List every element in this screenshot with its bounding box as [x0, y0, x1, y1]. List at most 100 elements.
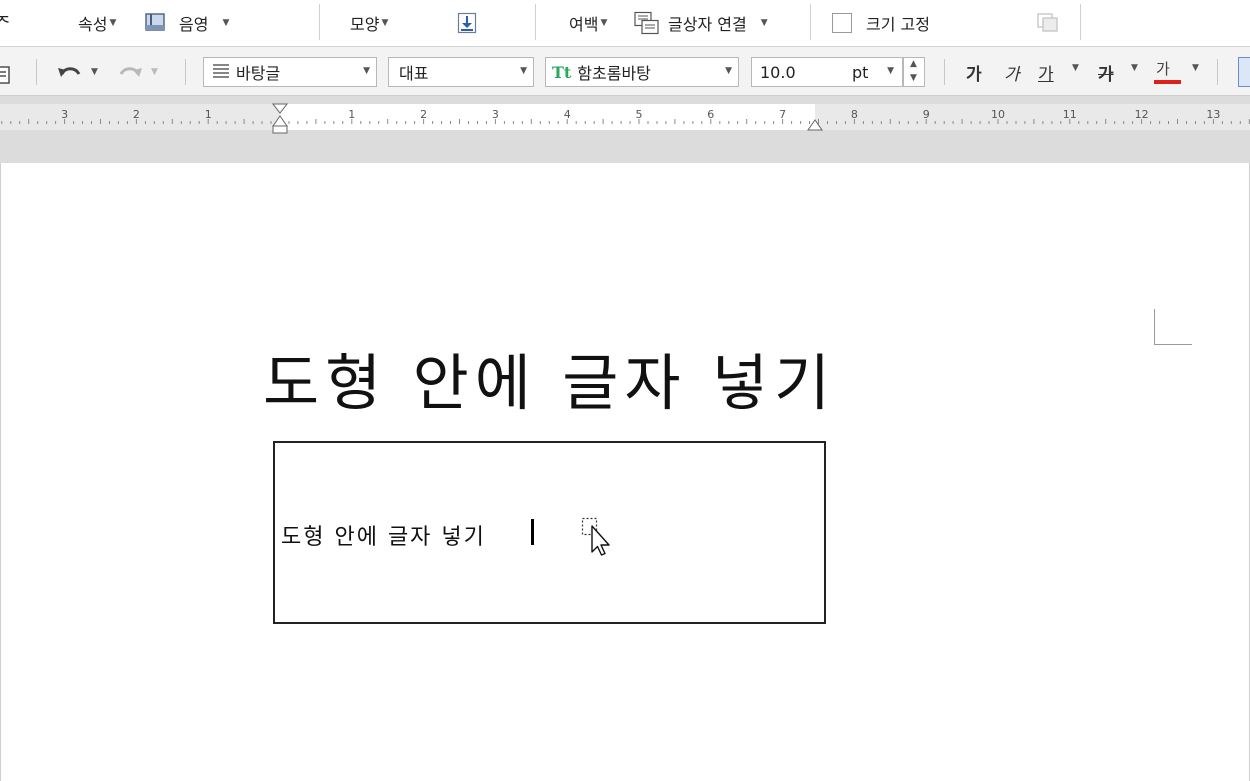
chevron-down-icon[interactable]: ▼: [1192, 63, 1199, 73]
undo-button[interactable]: ▼: [57, 57, 98, 87]
chevron-down-icon: ▼: [381, 18, 389, 28]
text-caret: [531, 519, 534, 545]
chevron-down-icon[interactable]: ▼: [1072, 63, 1079, 73]
shadow-button[interactable]: 음영 ▼: [145, 0, 229, 46]
italic-button[interactable]: 가: [1004, 60, 1020, 85]
rectangle-shape[interactable]: 도형 안에 글자 넣기: [273, 441, 826, 624]
paragraph-button[interactable]: [0, 60, 12, 90]
undo-icon: [58, 67, 81, 77]
spin-down-icon: ▼: [910, 73, 917, 83]
bold-button[interactable]: 가: [966, 60, 982, 85]
margin-label: 여백: [569, 15, 599, 34]
chevron-down-icon: ▼: [91, 67, 98, 77]
ruler-number: 1: [205, 108, 212, 121]
textbox-link-button[interactable]: 글상자 연결 ▼: [633, 0, 768, 46]
ruler: 3 2 1 1 2 3 4 5 6 7 8 9 10 11 12 13: [0, 96, 1250, 163]
ruler-number: 13: [1206, 108, 1220, 121]
checkbox-box: [832, 13, 852, 33]
group-icon: [1037, 13, 1058, 32]
underline-button[interactable]: 가: [1038, 60, 1054, 85]
font-size-value: 10.0: [760, 62, 796, 82]
font-color-swatch: [1154, 80, 1181, 84]
ruler-number: 10: [991, 108, 1005, 121]
shape-text[interactable]: 도형 안에 글자 넣기: [281, 519, 486, 551]
font-value: 함초롬바탕: [577, 64, 651, 83]
unit-value: pt: [852, 63, 869, 82]
vertical-align-button[interactable]: [457, 0, 477, 46]
page-corner-marker: [1154, 309, 1192, 345]
ribbon-divider: [1080, 4, 1081, 40]
strikethrough-button[interactable]: 가: [1098, 60, 1114, 85]
ruler-number: 6: [707, 108, 714, 121]
font-color-label: 가: [1156, 60, 1170, 78]
ruler-number: 3: [61, 108, 68, 121]
document-title[interactable]: 도형 안에 글자 넣기: [263, 333, 836, 422]
chevron-down-icon: ▼: [600, 18, 608, 28]
ribbon-divider: [535, 4, 536, 40]
ruler-number: 2: [420, 108, 427, 121]
shape-button[interactable]: 모양 ▼: [350, 0, 388, 46]
ribbon-divider: [810, 4, 811, 40]
ribbon-divider: [319, 4, 320, 40]
chevron-down-icon: ▼: [760, 18, 768, 28]
chevron-down-icon: ▼: [109, 18, 117, 28]
style-lines-icon: [213, 64, 229, 78]
properties-button[interactable]: 속성 ▼: [78, 0, 116, 46]
margin-button[interactable]: 여백 ▼: [569, 0, 607, 46]
shadow-icon: [145, 13, 165, 31]
chevron-down-icon: ▼: [222, 18, 230, 28]
align-bottom-icon: [457, 12, 477, 34]
move-cursor-icon: [581, 517, 610, 556]
textbox-link-icon: [634, 11, 659, 35]
ruler-number: 8: [851, 108, 858, 121]
paragraph-icon: [0, 66, 10, 84]
toolbar-divider: [185, 59, 186, 85]
first-line-indent-marker: [271, 103, 289, 114]
ruler-number: 7: [779, 108, 786, 121]
chevron-down-icon: ▼: [363, 66, 370, 76]
redo-icon: [119, 67, 142, 77]
ruler-number: 5: [636, 108, 643, 121]
group-objects-button[interactable]: [1036, 0, 1060, 46]
ruler-number: 12: [1135, 108, 1149, 121]
truetype-font-icon: Tt: [552, 62, 572, 82]
properties-label: 속성: [78, 15, 108, 34]
ruler-number: 4: [564, 108, 571, 121]
cut-off-ribbon-item: ᄌ: [0, 14, 11, 35]
font-select[interactable]: Tt 함초롬바탕 ▼: [545, 57, 739, 87]
paragraph-style-select[interactable]: 바탕글 ▼: [203, 57, 377, 87]
document-page[interactable]: 도형 안에 글자 넣기 도형 안에 글자 넣기: [0, 163, 1250, 781]
chevron-down-icon[interactable]: ▼: [1131, 63, 1138, 73]
textbox-link-label: 글상자 연결: [668, 15, 747, 34]
toolbar-divider: [944, 59, 945, 85]
left-margin-marker: [272, 125, 288, 134]
language-select[interactable]: 대표 ▼: [388, 57, 534, 87]
language-value: 대표: [399, 64, 429, 83]
shadow-label: 음영: [179, 15, 209, 34]
shape-label: 모양: [350, 15, 380, 34]
align-button[interactable]: [1238, 57, 1250, 87]
fix-size-checkbox[interactable]: 크기 고정: [832, 0, 930, 46]
font-size-input[interactable]: 10.0 pt ▼: [751, 57, 903, 87]
ruler-number: 2: [133, 108, 140, 121]
redo-button[interactable]: ▼: [117, 57, 158, 87]
toolbar-divider: [1217, 59, 1218, 85]
ruler-number: 9: [923, 108, 930, 121]
ruler-number: 11: [1063, 108, 1077, 121]
chevron-down-icon: ▼: [520, 66, 527, 76]
ruler-number: 3: [492, 108, 499, 121]
ruler-scale: 3 2 1 1 2 3 4 5 6 7 8 9 10 11 12 13: [1, 103, 1250, 134]
font-color-button[interactable]: 가: [1154, 58, 1182, 86]
chevron-down-icon: ▼: [725, 66, 732, 76]
font-size-spinner[interactable]: ▲ ▼: [903, 57, 925, 87]
chevron-down-icon: ▼: [151, 67, 158, 77]
ribbon: ᄌ 속성 ▼ 음영 ▼ 모양 ▼ 여백 ▼ 글상자 연결 ▼ 크기 고정: [0, 0, 1250, 47]
spin-up-icon: ▲: [910, 59, 917, 69]
chevron-down-icon: ▼: [887, 66, 894, 76]
right-indent-marker: [807, 119, 823, 131]
paragraph-style-value: 바탕글: [236, 64, 281, 83]
format-toolbar: ▼ ▼ 바탕글 ▼ 대표 ▼ Tt 함초롬바탕 ▼ 10.0 pt ▼ ▲ ▼: [0, 47, 1250, 96]
fix-size-label: 크기 고정: [866, 15, 930, 34]
ruler-number: 1: [348, 108, 355, 121]
left-indent-marker: [272, 115, 288, 127]
